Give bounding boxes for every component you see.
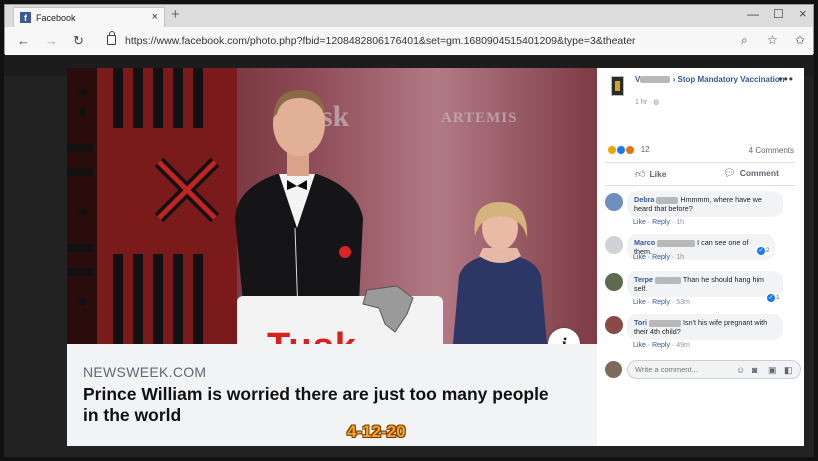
address-toolbar: ← → ↻ https://www.facebook.com/photo.php… [5, 27, 813, 55]
like-button[interactable]: 👍︎ Like [635, 168, 666, 180]
comment-time: 1h [676, 254, 685, 261]
comment-box[interactable]: ☺ ◙ ▣ ◧ [627, 360, 801, 379]
date-stamp-overlay: 4-12-20 [347, 422, 406, 441]
post-sidebar: V › Stop Mandatory Vaccination 1 hr · ◍ … [597, 68, 804, 446]
tab-title: Facebook [36, 13, 76, 23]
zoom-search-icon[interactable]: ⌕ [741, 33, 748, 48]
commenter-name[interactable]: Tori [634, 318, 647, 327]
commenter-name[interactable]: Debra [634, 195, 654, 204]
post-author-line: V › Stop Mandatory Vaccination [635, 74, 785, 85]
comment-text: Than he should hang him self. [634, 275, 765, 293]
tab-facebook[interactable]: f Facebook × [13, 7, 165, 27]
comment-composer: ☺ ◙ ▣ ◧ [605, 358, 801, 380]
commenter-name[interactable]: Marco [634, 238, 655, 247]
comment-actions: Like · Reply · 1h [633, 254, 685, 261]
reaction-summary[interactable]: 12 [607, 145, 650, 155]
comment-like-link[interactable]: Like [633, 219, 646, 226]
african-pattern-banner [67, 68, 237, 344]
minimize-button[interactable]: — [747, 7, 759, 21]
comment-like-link[interactable]: Like [633, 254, 646, 261]
lock-icon [107, 31, 116, 45]
avatar[interactable] [605, 236, 623, 254]
like-badge-icon: ✓ [767, 294, 775, 302]
group-name-link[interactable]: Stop Mandatory Vaccination [677, 75, 784, 84]
comment-bubble-icon: 💬︎ [723, 168, 736, 179]
angry-reaction-icon [625, 145, 636, 155]
comment-actions: Like · Reply · 53m [633, 299, 690, 306]
gif-icon[interactable]: ▣ [768, 365, 777, 376]
like-badge-icon: ✓ [757, 247, 765, 255]
maximize-button[interactable]: ☐ [773, 7, 784, 21]
comment-reply-link[interactable]: Reply [652, 342, 670, 349]
comment-actions: Like · Reply · 1h [633, 219, 685, 226]
refresh-icon[interactable]: ↻ [73, 33, 84, 49]
thumbs-up-icon: 👍︎ [635, 169, 646, 180]
comment-count-link[interactable]: 4 Comments [749, 146, 794, 155]
back-arrow-icon[interactable]: ← [17, 33, 30, 48]
group-avatar[interactable] [611, 76, 624, 96]
close-window-button[interactable]: × [799, 6, 807, 21]
comment-actions: Like · Reply · 49m [633, 342, 690, 349]
comment-item: Marco I can see one of them. ✓ 2 Like · R… [605, 234, 800, 264]
arrow-separator: › [672, 75, 676, 84]
comment-item: Debra Hmmmm, where have we heard that be… [605, 191, 800, 227]
forward-arrow-icon[interactable]: → [45, 33, 58, 48]
comment-reaction-badge[interactable]: ✓ 2 [755, 246, 772, 256]
address-bar[interactable]: https://www.facebook.com/photo.php?fbid=… [125, 35, 636, 47]
divider [605, 185, 795, 186]
favorite-star-icon[interactable]: ☆ [767, 33, 778, 47]
browser-window: f Facebook × + — ☐ × ← → ↻ https://www.f… [4, 4, 814, 55]
woman-in-blue-dress [453, 202, 547, 344]
comment-bubble: Terpe Than he should hang him self. [627, 271, 783, 297]
avatar[interactable] [605, 316, 623, 334]
reaction-count: 12 [640, 145, 650, 155]
post-time: 1 hr · ◍ [635, 99, 660, 106]
sticker-icon[interactable]: ◧ [784, 365, 793, 376]
tab-strip: f Facebook × + — ☐ × [5, 5, 813, 27]
link-preview-card[interactable]: NEWSWEEK.COM Prince William is worried t… [67, 344, 597, 446]
emoji-icon[interactable]: ☺ [736, 365, 745, 375]
avatar [605, 361, 622, 378]
comment-reaction-badge[interactable]: ✓ 1 [765, 293, 782, 303]
camera-icon[interactable]: ◙ [752, 365, 757, 375]
new-tab-button[interactable]: + [171, 6, 180, 23]
comment-reply-link[interactable]: Reply [652, 299, 670, 306]
comment-like-link[interactable]: Like [633, 342, 646, 349]
comment-item: Terpe Than he should hang him self. ✓ 1 L… [605, 271, 800, 307]
comment-text: Hmmmm, where have we heard that before? [634, 195, 762, 213]
comment-time: 1h [676, 219, 685, 226]
link-domain: NEWSWEEK.COM [83, 364, 207, 380]
comment-reply-link[interactable]: Reply [652, 219, 670, 226]
event-photo: Tusk ARTEMIS Tusk [67, 68, 597, 368]
commenter-name[interactable]: Terpe [634, 275, 653, 284]
facebook-favicon-icon: f [20, 12, 31, 23]
post-photo[interactable]: Tusk ARTEMIS Tusk i NEWSWEEK.COM [67, 68, 597, 446]
avatar[interactable] [605, 193, 623, 211]
globe-icon: ◍ [653, 99, 660, 106]
africa-map-icon [362, 285, 414, 333]
tab-close-icon[interactable]: × [152, 11, 158, 23]
comment-bubble: Tori Isn't his wife pregnant with their … [627, 314, 783, 340]
favorites-bar-icon[interactable]: ✩ [795, 33, 805, 47]
comment-item: Tori Isn't his wife pregnant with their … [605, 314, 800, 350]
comment-reply-link[interactable]: Reply [652, 254, 670, 261]
comment-input[interactable] [635, 365, 730, 374]
more-options-button[interactable]: ••• [778, 72, 794, 86]
comment-bubble: Debra Hmmmm, where have we heard that be… [627, 191, 783, 217]
redacted-name [640, 76, 671, 84]
comment-time: 53m [676, 299, 690, 306]
background-artemis-logo: ARTEMIS [441, 110, 518, 126]
comment-like-link[interactable]: Like [633, 299, 646, 306]
divider [605, 162, 795, 163]
comment-time: 49m [676, 342, 690, 349]
comment-button[interactable]: 💬︎ Comment [723, 168, 779, 179]
link-headline[interactable]: Prince William is worried there are just… [83, 384, 553, 426]
avatar[interactable] [605, 273, 623, 291]
